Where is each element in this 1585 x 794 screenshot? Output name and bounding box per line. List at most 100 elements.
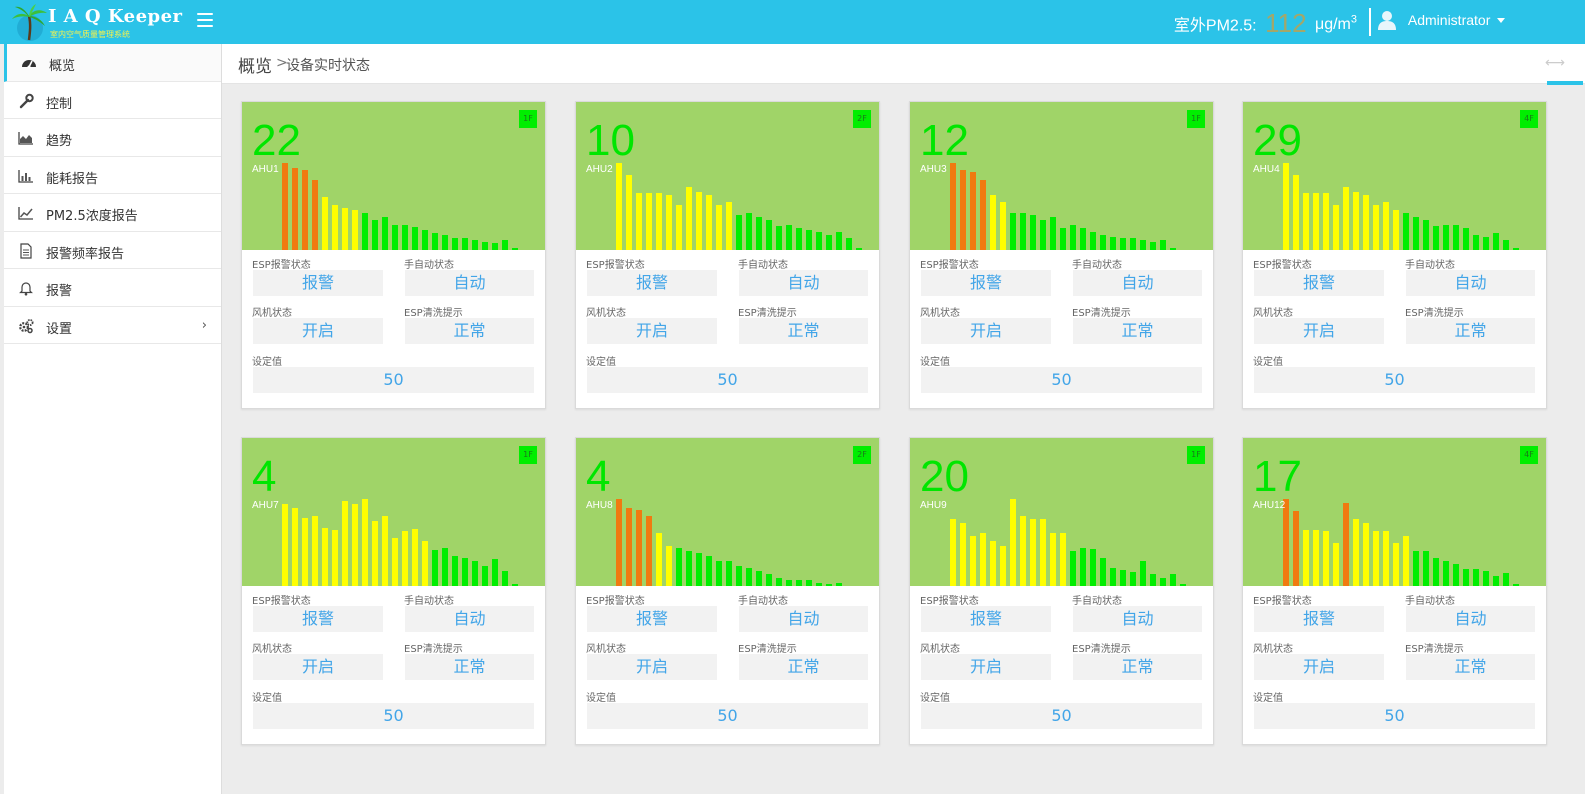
- device-value: 4: [586, 452, 611, 501]
- trend-bar: [960, 170, 966, 250]
- trend-bar: [1493, 233, 1499, 250]
- sidebar-item-energy-report[interactable]: 能耗报告: [4, 157, 221, 194]
- trend-bar: [1323, 193, 1329, 250]
- setpoint-value: 50: [253, 367, 534, 393]
- trend-bar: [1393, 210, 1399, 250]
- setpoint-value: 50: [253, 703, 534, 729]
- trend-bar: [616, 499, 622, 586]
- device-name: AHU2: [586, 164, 613, 175]
- expand-collapse-icon[interactable]: ⟷: [1545, 55, 1565, 71]
- breadcrumb-root[interactable]: 概览: [238, 52, 272, 77]
- trend-bar: [1373, 205, 1379, 250]
- device-chart: 10 AHU2 2F: [576, 102, 879, 250]
- trend-bar: [1473, 569, 1479, 586]
- trend-bar: [482, 566, 488, 586]
- esp-clean-value: 正常: [739, 318, 868, 344]
- trend-bar: [1483, 571, 1489, 586]
- trend-bar: [1463, 228, 1469, 250]
- trend-bar: [706, 195, 712, 250]
- trend-bar: [846, 238, 852, 250]
- trend-bar: [716, 205, 722, 250]
- sidebar-item-overview[interactable]: 概览: [4, 44, 221, 82]
- trend-bar: [1070, 551, 1076, 586]
- menu-toggle-icon[interactable]: [197, 13, 213, 27]
- esp-clean-label: ESP清洗提示: [404, 308, 463, 319]
- trend-bar: [726, 561, 732, 586]
- esp-alarm-label: ESP报警状态: [252, 596, 311, 607]
- floor-badge: 1F: [1187, 446, 1205, 464]
- sidebar-item-control[interactable]: 控制: [4, 82, 221, 119]
- mode-value: 自动: [739, 606, 868, 632]
- trend-bar: [1000, 202, 1006, 250]
- trend-bar: [1333, 205, 1339, 250]
- device-status-panel: ESP报警状态 报警 手自动状态 自动 风机状态 开启 ESP清洗提示 正常 设…: [1243, 586, 1546, 744]
- device-card[interactable]: 20 AHU9 1F ESP报警状态 报警 手自动状态 自动 风机状态 开启 E…: [909, 437, 1214, 745]
- trend-bar: [1323, 531, 1329, 586]
- esp-clean-label: ESP清洗提示: [1405, 644, 1464, 655]
- trend-bar: [1423, 551, 1429, 586]
- trend-bar: [1050, 217, 1056, 250]
- fan-value: 开启: [253, 654, 383, 680]
- trend-bar: [950, 163, 956, 250]
- fan-value: 开启: [921, 318, 1051, 344]
- esp-clean-value: 正常: [405, 318, 534, 344]
- device-card[interactable]: 12 AHU3 1F ESP报警状态 报警 手自动状态 自动 风机状态 开启 E…: [909, 101, 1214, 409]
- trend-bar: [332, 205, 338, 250]
- device-card[interactable]: 22 AHU1 1F ESP报警状态 报警 手自动状态 自动 风机状态 开启 E…: [241, 101, 546, 409]
- user-menu[interactable]: Administrator: [1378, 10, 1506, 30]
- device-card[interactable]: 4 AHU7 1F ESP报警状态 报警 手自动状态 自动 风机状态 开启 ES…: [241, 437, 546, 745]
- trend-bar: [1110, 568, 1116, 586]
- esp-alarm-value: 报警: [587, 270, 717, 296]
- esp-alarm-label: ESP报警状态: [586, 260, 645, 271]
- trend-bar: [970, 172, 976, 250]
- sidebar-item-alarm[interactable]: 报警: [4, 269, 221, 307]
- trend-bar: [836, 232, 842, 250]
- esp-alarm-label: ESP报警状态: [1253, 596, 1312, 607]
- fan-label: 风机状态: [252, 308, 292, 319]
- device-card[interactable]: 29 AHU4 4F ESP报警状态 报警 手自动状态 自动 风机状态 开启 E…: [1242, 101, 1547, 409]
- sidebar-item-trend[interactable]: 趋势: [4, 119, 221, 157]
- device-card[interactable]: 17 AHU12 4F ESP报警状态 报警 手自动状态 自动 风机状态 开启 …: [1242, 437, 1547, 745]
- setpoint-label: 设定值: [920, 357, 950, 368]
- setpoint-label: 设定值: [252, 693, 282, 704]
- mode-label: 手自动状态: [738, 260, 788, 271]
- user-icon: [1378, 11, 1396, 30]
- device-card[interactable]: 4 AHU8 2F ESP报警状态 报警 手自动状态 自动 风机状态 开启 ES…: [575, 437, 880, 745]
- outdoor-pm25-indicator: 室外PM2.5: 112 μg/m3: [1174, 8, 1357, 39]
- esp-alarm-value: 报警: [921, 606, 1051, 632]
- area-chart-icon: [18, 132, 33, 145]
- setpoint-label: 设定值: [252, 357, 282, 368]
- fan-label: 风机状态: [1253, 644, 1293, 655]
- trend-bar: [626, 508, 632, 586]
- trend-bar: [816, 232, 822, 250]
- trend-bar: [756, 571, 762, 586]
- trend-bar: [1130, 238, 1136, 250]
- trend-bar: [1303, 530, 1309, 586]
- esp-alarm-label: ESP报警状态: [920, 596, 979, 607]
- esp-alarm-value: 报警: [253, 270, 383, 296]
- device-chart: 4 AHU8 2F: [576, 438, 879, 586]
- trend-bar: [362, 499, 368, 586]
- trend-bar: [1503, 573, 1509, 586]
- device-value: 22: [252, 116, 301, 165]
- sidebar-item-alarm-frequency-report[interactable]: 报警频率报告: [4, 232, 221, 269]
- trend-bar: [502, 240, 508, 250]
- trend-bar: [1443, 561, 1449, 586]
- device-card[interactable]: 10 AHU2 2F ESP报警状态 报警 手自动状态 自动 风机状态 开启 E…: [575, 101, 880, 409]
- sidebar-item-settings[interactable]: 设置 ›: [4, 307, 221, 344]
- trend-bar: [1313, 530, 1319, 586]
- setpoint-label: 设定值: [586, 357, 616, 368]
- trend-bar: [292, 508, 298, 586]
- app-logo[interactable]: I A Q Keeper 室内空气质量管理系统: [10, 2, 182, 42]
- trend-bar: [422, 541, 428, 586]
- sidebar-item-pm25-report[interactable]: PM2.5浓度报告: [4, 194, 221, 232]
- setpoint-label: 设定值: [1253, 357, 1283, 368]
- trend-bar: [302, 170, 308, 250]
- line-chart-icon: [18, 207, 33, 220]
- trend-bar: [312, 180, 318, 250]
- trend-bar: [1383, 202, 1389, 250]
- trend-bar: [302, 518, 308, 586]
- device-status-panel: ESP报警状态 报警 手自动状态 自动 风机状态 开启 ESP清洗提示 正常 设…: [242, 586, 545, 744]
- mode-value: 自动: [1406, 270, 1535, 296]
- mode-value: 自动: [1073, 606, 1202, 632]
